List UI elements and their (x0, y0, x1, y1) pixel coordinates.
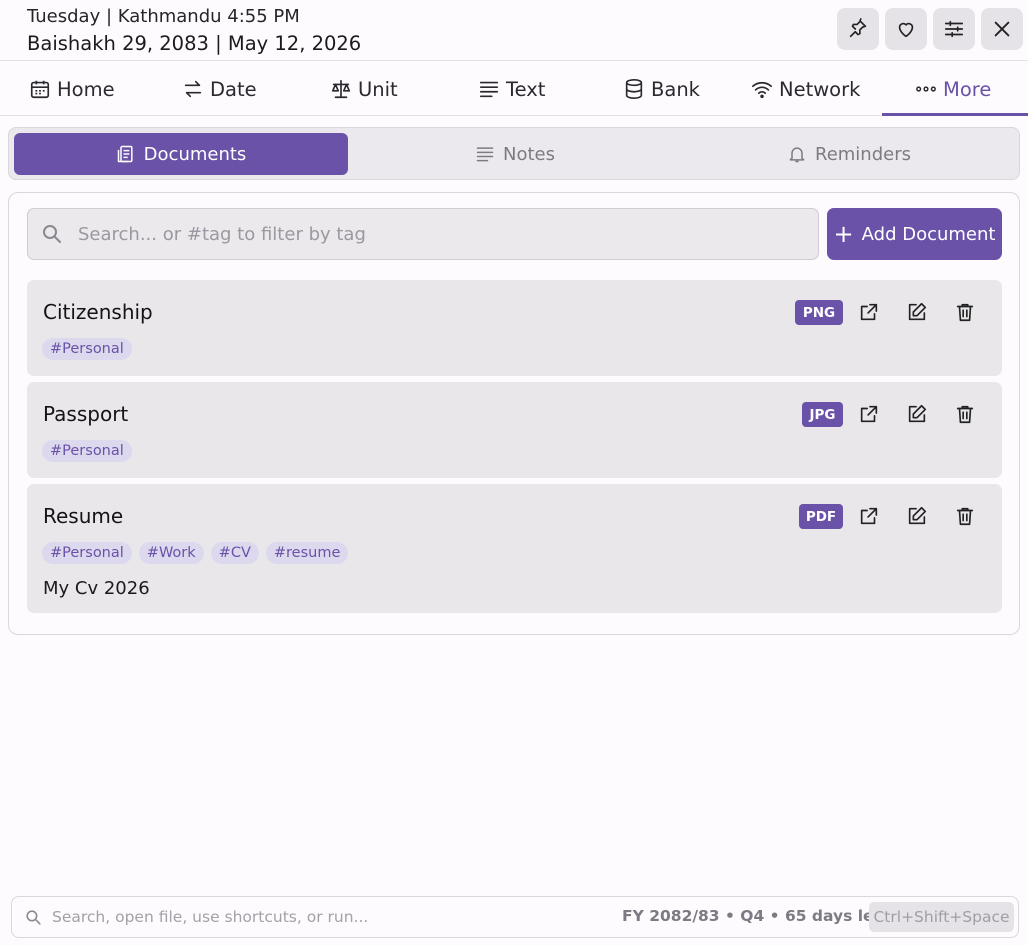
text-lines-icon (479, 81, 499, 98)
sub-tabs: Documents Notes Reminders (8, 127, 1020, 180)
delete-document-button[interactable] (953, 402, 977, 426)
sliders-icon (944, 20, 964, 38)
nav-date-label: Date (210, 77, 257, 101)
favorite-button[interactable] (885, 8, 927, 50)
current-day-time: Tuesday | Kathmandu 4:55 PM (27, 6, 300, 27)
current-date: Baishakh 29, 2083 | May 12, 2026 (27, 32, 362, 55)
document-title: Passport (43, 402, 129, 426)
calendar-icon (30, 80, 50, 99)
search-input[interactable] (78, 209, 808, 259)
nav-home-label: Home (57, 77, 115, 101)
tag[interactable]: #Personal (42, 542, 132, 564)
nav-bank-label: Bank (651, 77, 700, 101)
nav-network[interactable]: Network (751, 62, 860, 116)
title-bar: Tuesday | Kathmandu 4:55 PM Baishakh 29,… (0, 0, 1028, 61)
nav-more[interactable]: More (915, 62, 991, 116)
nav-text-label: Text (506, 77, 546, 101)
database-icon (625, 79, 643, 99)
tag[interactable]: #resume (265, 542, 349, 564)
nav-unit-label: Unit (358, 77, 398, 101)
document-card[interactable]: Resume PDF #Personal #Work #CV #resume M… (27, 484, 1002, 613)
close-icon (994, 21, 1010, 37)
swap-arrows-icon (184, 80, 202, 98)
external-link-icon (860, 507, 878, 525)
tab-documents-label: Documents (143, 143, 247, 165)
edit-icon (908, 302, 927, 321)
bell-icon (789, 147, 805, 163)
main-nav: Home Date Unit Text Bank Network More (0, 62, 1028, 116)
external-link-icon (860, 405, 878, 423)
delete-document-button[interactable] (953, 300, 977, 324)
trash-icon (956, 405, 974, 424)
notes-icon (476, 147, 494, 162)
documents-panel: + Add Document Citizenship PNG #Personal… (8, 192, 1020, 635)
file-type-badge: PNG (795, 300, 843, 325)
search-icon (26, 910, 41, 925)
edit-icon (908, 404, 927, 423)
edit-document-button[interactable] (905, 300, 929, 324)
nav-more-label: More (943, 77, 992, 101)
tab-reminders-label: Reminders (815, 143, 911, 165)
tab-notes[interactable]: Notes (348, 133, 682, 175)
document-icon (117, 145, 133, 163)
nav-text[interactable]: Text (478, 62, 545, 116)
document-title: Resume (43, 504, 124, 528)
nav-network-label: Network (779, 77, 861, 101)
fiscal-year-status: FY 2082/83 • Q4 • 65 days left (622, 907, 888, 925)
file-type-badge: JPG (802, 402, 843, 427)
tag[interactable]: #Work (138, 542, 204, 564)
tag-list: #Personal #Work #CV #resume (42, 542, 349, 564)
close-button[interactable] (981, 8, 1023, 50)
edit-document-button[interactable] (905, 504, 929, 528)
file-type-badge: PDF (799, 504, 843, 529)
add-document-label: Add Document (861, 223, 996, 245)
document-card[interactable]: Citizenship PNG #Personal (27, 280, 1002, 376)
heart-icon (898, 22, 914, 38)
nav-unit[interactable]: Unit (330, 62, 398, 116)
tab-reminders[interactable]: Reminders (682, 133, 1016, 175)
edit-document-button[interactable] (905, 402, 929, 426)
open-document-button[interactable] (857, 300, 881, 324)
document-title: Citizenship (43, 300, 153, 324)
trash-icon (956, 507, 974, 526)
external-link-icon (860, 303, 878, 321)
delete-document-button[interactable] (953, 504, 977, 528)
tag-list: #Personal (42, 440, 132, 462)
active-tab-indicator (882, 113, 1028, 116)
open-document-button[interactable] (857, 402, 881, 426)
plus-icon: + (833, 220, 854, 248)
tab-documents[interactable]: Documents (14, 133, 348, 175)
nav-date[interactable]: Date (182, 62, 257, 116)
add-document-button[interactable]: + Add Document (827, 208, 1002, 260)
nav-bank[interactable]: Bank (623, 62, 700, 116)
tag-list: #Personal (42, 338, 132, 360)
tab-notes-label: Notes (503, 143, 555, 165)
tag[interactable]: #CV (210, 542, 259, 564)
tag[interactable]: #Personal (42, 338, 132, 360)
wifi-icon (752, 81, 772, 99)
tag[interactable]: #Personal (42, 440, 132, 462)
command-input[interactable] (52, 897, 612, 937)
document-search (27, 208, 819, 260)
document-card[interactable]: Passport JPG #Personal (27, 382, 1002, 478)
open-document-button[interactable] (857, 504, 881, 528)
command-bar: FY 2082/83 • Q4 • 65 days left Ctrl+Shif… (11, 896, 1019, 938)
pin-icon (849, 18, 867, 38)
pin-button[interactable] (837, 8, 879, 50)
document-note: My Cv 2026 (43, 578, 150, 599)
search-icon (43, 225, 61, 243)
scale-icon (331, 79, 351, 99)
edit-icon (908, 506, 927, 525)
dots-icon (916, 86, 936, 92)
settings-button[interactable] (933, 8, 975, 50)
shortcut-hint: Ctrl+Shift+Space (869, 902, 1014, 932)
nav-home[interactable]: Home (29, 62, 115, 116)
trash-icon (956, 303, 974, 322)
